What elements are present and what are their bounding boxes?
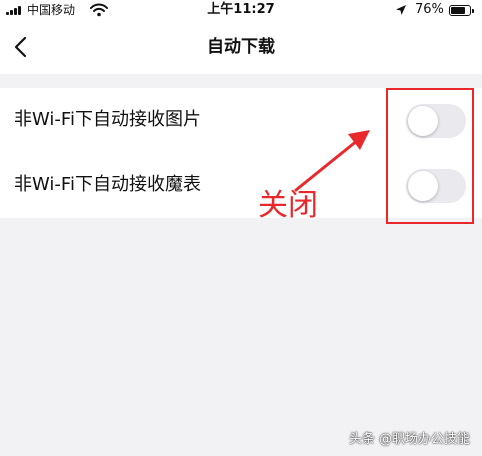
battery-icon (449, 5, 474, 16)
page-title: 自动下载 (207, 37, 275, 57)
annotation-label: 关闭 (258, 188, 318, 223)
battery-percent: 76% (415, 2, 444, 17)
status-bar: 中国移动 上午11:27 76% (0, 0, 482, 20)
watermark: 头条 @职场办公技能 (348, 432, 470, 447)
navigation-bar: 自动下载 (0, 20, 482, 74)
setting-label: 非Wi-Fi下自动接收图片 (14, 109, 201, 130)
clock-time: 上午11:27 (207, 2, 275, 17)
location-arrow-icon (396, 5, 406, 15)
battery-fill (451, 7, 465, 14)
setting-label: 非Wi-Fi下自动接收魔表 (14, 174, 201, 195)
highlight-box (386, 88, 474, 224)
